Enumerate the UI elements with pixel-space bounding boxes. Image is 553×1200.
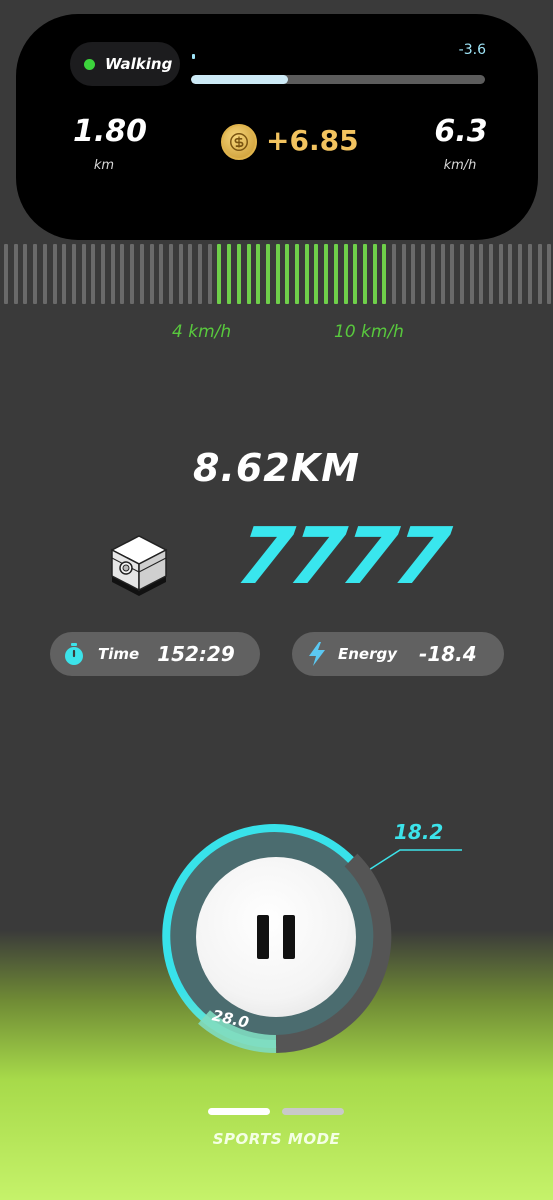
ruler-bar [33,244,38,304]
ruler-bar [120,244,125,304]
ruler-bar [324,244,329,304]
ruler-bar [227,244,232,304]
ruler-bar [353,244,358,304]
lightning-icon [309,642,325,666]
energy-label: Energy [338,645,398,663]
ruler-bar [256,244,261,304]
ruler-bar [498,244,503,304]
ruler-bar [246,244,251,304]
energy-value: -18.4 [419,642,477,666]
ruler-bar [62,244,67,304]
pause-button[interactable] [196,857,356,1017]
speed-unit: km/h [443,158,477,173]
ruler-bar [547,244,552,304]
ruler-bar [130,244,135,304]
ruler-bar [236,244,241,304]
speed-value: 6.3 [434,114,488,149]
time-value: 152:29 [157,642,235,666]
coin-icon [221,124,257,160]
ruler-bar [285,244,290,304]
ruler-bar [4,244,8,304]
ruler-bar [421,244,426,304]
ruler-bar [343,244,348,304]
score-value: 7777 [231,512,454,602]
ruler-bar [392,244,396,304]
ruler-bar [207,244,212,304]
ruler-bar [440,244,445,304]
pause-icon-bar [283,915,295,959]
ruler-bar [372,244,377,304]
ruler-bar [508,244,513,304]
time-label: Time [98,645,140,663]
ruler-bar [469,244,474,304]
ruler-bar [537,244,542,304]
ruler-bar [188,244,193,304]
mode-title: SPORTS MODE [212,1130,341,1148]
ruler-bar [275,244,280,304]
progress-marker [192,54,195,59]
ruler-bar [91,244,96,304]
ruler-bar [450,244,455,304]
ruler-bar [314,244,319,304]
mode-indicator-dot [84,58,95,70]
ruler-bar [295,244,299,304]
speed-range-ruler [0,244,553,304]
ruler-bar [401,244,406,304]
ruler-bar [459,244,464,304]
ruler-bar [159,244,164,304]
activity-mode-pill[interactable]: Walking [70,42,180,86]
ruler-bar [139,244,144,304]
ruler-bar [411,244,416,304]
ruler-bar [81,244,86,304]
ruler-bar [13,244,18,304]
ruler-bar [518,244,523,304]
page-dot[interactable] [282,1108,344,1115]
energy-chip: Energy -18.4 [292,632,504,676]
ruler-bar [304,244,309,304]
status-island: Walking -3.6 1.80 km +6.85 6.3 km/h [16,14,538,240]
ruler-bar [333,244,338,304]
time-chip: Time 152:29 [50,632,260,676]
speed-range-max-label: 10 km/h [334,322,404,342]
ruler-bar [362,244,367,304]
page-dot[interactable] [208,1108,270,1115]
ruler-bar [178,244,183,304]
ruler-bar [23,244,28,304]
ruler-bar [265,244,270,304]
ruler-bar [479,244,484,304]
ruler-bar [489,244,493,304]
progress-fill [191,75,289,84]
speed-range-min-label: 4 km/h [172,322,232,342]
progress-track [191,75,485,84]
ruler-bar [217,244,222,304]
ruler-bar [101,244,105,304]
progress-value: -3.6 [458,42,486,58]
mystery-box-icon[interactable] [104,526,174,600]
total-distance: 8.62KM [192,446,361,490]
ring-top-value: 18.2 [394,820,444,844]
ruler-bar [168,244,173,304]
ruler-bar [71,244,76,304]
ruler-bar [52,244,57,304]
ruler-bar [527,244,532,304]
ruler-bar [149,244,154,304]
ruler-bar [110,244,115,304]
distance-unit: km [93,158,115,173]
ruler-bar [42,244,47,304]
page-indicator[interactable] [208,1108,344,1115]
mode-label: Walking [105,55,173,73]
earnings-value: +6.85 [266,124,359,157]
ruler-bar [430,244,435,304]
ruler-bar [382,244,387,304]
distance-value: 1.80 [72,114,148,149]
pause-icon [257,915,269,959]
ruler-bar [198,244,202,304]
stopwatch-icon [65,643,83,665]
